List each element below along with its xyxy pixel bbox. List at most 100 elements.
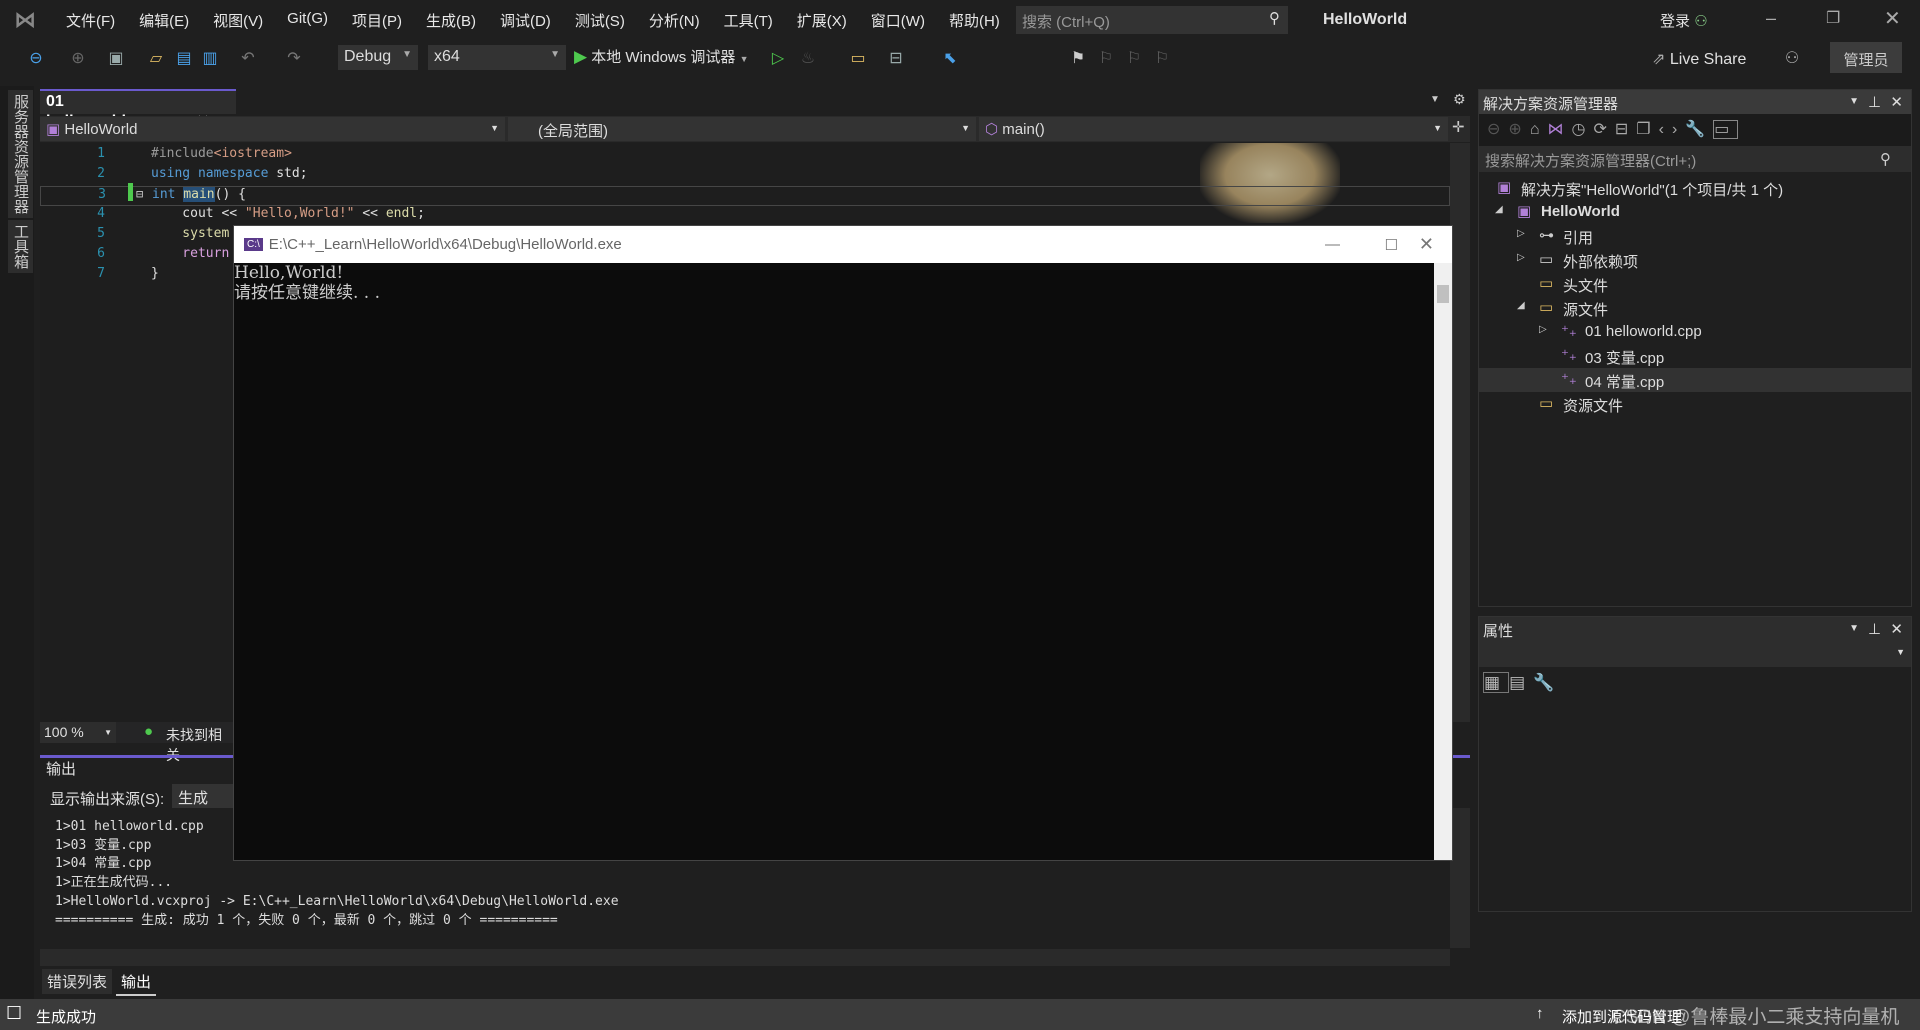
scope-dropdown[interactable]: (全局范围) ▼ (508, 117, 976, 141)
tree-item[interactable]: ◢ ▭ 源文件 (1479, 296, 1911, 320)
menu-item[interactable]: 测试(S) (575, 10, 625, 31)
tree-item[interactable]: ◢ ▣ HelloWorld (1479, 200, 1911, 224)
bookmark-prev-icon[interactable]: ⚐ (1096, 48, 1116, 68)
layout-icon[interactable]: ⊟ (886, 48, 906, 68)
tab-list-dropdown-icon[interactable]: ▼ (1430, 94, 1440, 105)
configuration-select[interactable]: Debug ▼ (338, 45, 418, 70)
back-icon[interactable]: ⊖ (1487, 121, 1508, 138)
tab-helloworld-cpp[interactable]: 01 helloworld.cpp⊸✕ (40, 89, 236, 130)
back-icon[interactable]: ⊖ (26, 48, 46, 68)
save-all-icon[interactable]: ▥ (200, 48, 220, 68)
expanded-arrow-icon[interactable]: ◢ (1495, 204, 1503, 215)
zoom-select[interactable]: 100 % ▼ (40, 722, 116, 743)
feedback-icon[interactable]: ⚇ (1782, 48, 1802, 68)
panel-menu-icon[interactable]: ▼ (1849, 96, 1859, 107)
collapsed-arrow-icon[interactable]: ▷ (1539, 324, 1547, 335)
console-window[interactable]: C:\ E:\C++_Learn\HelloWorld\x64\Debug\He… (233, 225, 1453, 861)
preview-icon[interactable]: ▭ (1713, 120, 1739, 139)
start-debugging-button[interactable]: ▶ 本地 Windows 调试器 ▼ (574, 46, 749, 67)
collapse-all-icon[interactable]: ⊟ (1615, 121, 1636, 138)
copy-icon[interactable]: ❐ (1636, 121, 1658, 138)
search-input[interactable]: 搜索 (Ctrl+Q) ⚲ (1016, 6, 1288, 34)
console-maximize-button[interactable]: ☐ (1385, 236, 1398, 254)
new-project-icon[interactable]: ▣ (106, 48, 126, 68)
tab-output[interactable]: 输出 (116, 969, 157, 996)
restore-button[interactable]: ❐ (1826, 8, 1840, 28)
wrench-icon[interactable]: 🔧 (1685, 121, 1713, 138)
bookmark-icon[interactable]: ⚑ (1068, 48, 1088, 68)
code-line[interactable]: 2 using namespace std; (40, 166, 1450, 186)
menu-item[interactable]: 调试(D) (500, 10, 551, 31)
switch-view-icon[interactable]: ⋈ (1547, 121, 1571, 138)
solution-search-input[interactable]: 搜索解决方案资源管理器(Ctrl+;) ⚲ (1479, 146, 1911, 172)
notification-icon[interactable]: ☐ (6, 1003, 22, 1024)
code-line[interactable]: 3 int main() { (40, 186, 1450, 206)
collapsed-arrow-icon[interactable]: ▷ (1517, 228, 1525, 239)
forward-icon[interactable]: ⊕ (1508, 121, 1529, 138)
output-vertical-scrollbar[interactable] (1450, 808, 1470, 948)
home-icon[interactable]: ⌂ (1530, 121, 1548, 138)
tree-item[interactable]: ▷ ▭ 外部依赖项 (1479, 248, 1911, 272)
start-without-debug-icon[interactable]: ▷ (768, 48, 788, 68)
property-pages-icon[interactable]: 🔧 (1533, 673, 1562, 692)
pin-icon[interactable]: ⊥ (1868, 620, 1881, 638)
save-icon[interactable]: ▤ (174, 48, 194, 68)
menu-item[interactable]: 分析(N) (649, 10, 700, 31)
menu-item[interactable]: 视图(V) (213, 10, 263, 31)
collapsed-arrow-icon[interactable]: ▷ (1517, 252, 1525, 263)
properties-object-select[interactable]: ▼ (1479, 641, 1911, 667)
folder-icon[interactable]: ▭ (848, 48, 868, 68)
menu-item[interactable]: 项目(P) (352, 10, 402, 31)
settings-icon[interactable]: ⚙ (1453, 91, 1466, 108)
console-close-button[interactable]: ✕ (1419, 234, 1434, 255)
tree-item[interactable]: ⁺₊ 04 常量.cpp (1479, 368, 1911, 392)
split-icon[interactable]: ✛ (1452, 118, 1465, 136)
code-line[interactable]: 1 #include<iostream> (40, 146, 1450, 166)
editor-vertical-scrollbar[interactable] (1450, 143, 1470, 722)
code-line[interactable]: 4 cout << "Hello,World!" << endl; (40, 206, 1450, 226)
tree-item[interactable]: ▣ 解决方案"HelloWorld"(1 个项目/共 1 个) (1479, 176, 1911, 200)
history-icon[interactable]: ◷ (1571, 121, 1593, 138)
console-scrollbar[interactable] (1434, 263, 1452, 860)
menu-item[interactable]: 窗口(W) (871, 10, 925, 31)
close-panel-icon[interactable]: ✕ (1890, 93, 1903, 111)
menu-item[interactable]: 生成(B) (426, 10, 476, 31)
bookmark-clear-icon[interactable]: ⚐ (1152, 48, 1172, 68)
undo-icon[interactable]: ↶ (238, 48, 258, 68)
categorized-icon[interactable]: ▦ (1483, 672, 1510, 693)
tree-item[interactable]: ⁺₊ 03 变量.cpp (1479, 344, 1911, 368)
tree-item[interactable]: ▷ ⊶ 引用 (1479, 224, 1911, 248)
close-panel-icon[interactable]: ✕ (1890, 620, 1903, 638)
redo-icon[interactable]: ↷ (284, 48, 304, 68)
pointer-icon[interactable]: ⬉ (940, 48, 960, 68)
menu-item[interactable]: 帮助(H) (949, 10, 1000, 31)
collapse-outline-icon[interactable]: ⊟ (136, 187, 143, 201)
toolbox-tab[interactable]: 工具箱 (8, 220, 33, 273)
tree-item[interactable]: ▭ 资源文件 (1479, 392, 1911, 416)
alphabetical-icon[interactable]: ▤ (1509, 673, 1533, 692)
panel-menu-icon[interactable]: ▼ (1849, 623, 1859, 634)
menu-item[interactable]: 编辑(E) (139, 10, 189, 31)
refresh-icon[interactable]: ⟳ (1593, 121, 1614, 138)
bookmark-next-icon[interactable]: ⚐ (1124, 48, 1144, 68)
server-explorer-tab[interactable]: 服务器资源管理器 (8, 90, 33, 218)
menu-item[interactable]: Git(G) (287, 10, 328, 31)
pin-icon[interactable]: ⊥ (1868, 93, 1881, 111)
close-button[interactable]: ✕ (1884, 6, 1901, 31)
member-dropdown[interactable]: ⬡ main() ▼ (979, 117, 1448, 141)
menu-item[interactable]: 文件(F) (66, 10, 115, 31)
forward-icon[interactable]: ⊕ (68, 48, 88, 68)
project-dropdown[interactable]: ▣ HelloWorld ▼ (40, 117, 505, 141)
output-horizontal-scrollbar[interactable] (40, 949, 1450, 966)
menu-item[interactable]: 扩展(X) (797, 10, 847, 31)
hot-reload-icon[interactable]: ♨ (798, 48, 818, 68)
tree-item[interactable]: ▷ ⁺₊ 01 helloworld.cpp (1479, 320, 1911, 344)
console-minimize-button[interactable]: — (1325, 236, 1340, 253)
open-icon[interactable]: ▱ (146, 48, 166, 68)
tab-error-list[interactable]: 错误列表 (42, 969, 113, 994)
menu-item[interactable]: 工具(T) (724, 10, 773, 31)
code-icon[interactable]: ‹› (1659, 121, 1686, 138)
live-share-button[interactable]: ⇗ Live Share (1652, 49, 1746, 69)
minimize-button[interactable]: – (1766, 8, 1776, 29)
platform-select[interactable]: x64 ▼ (428, 45, 566, 70)
